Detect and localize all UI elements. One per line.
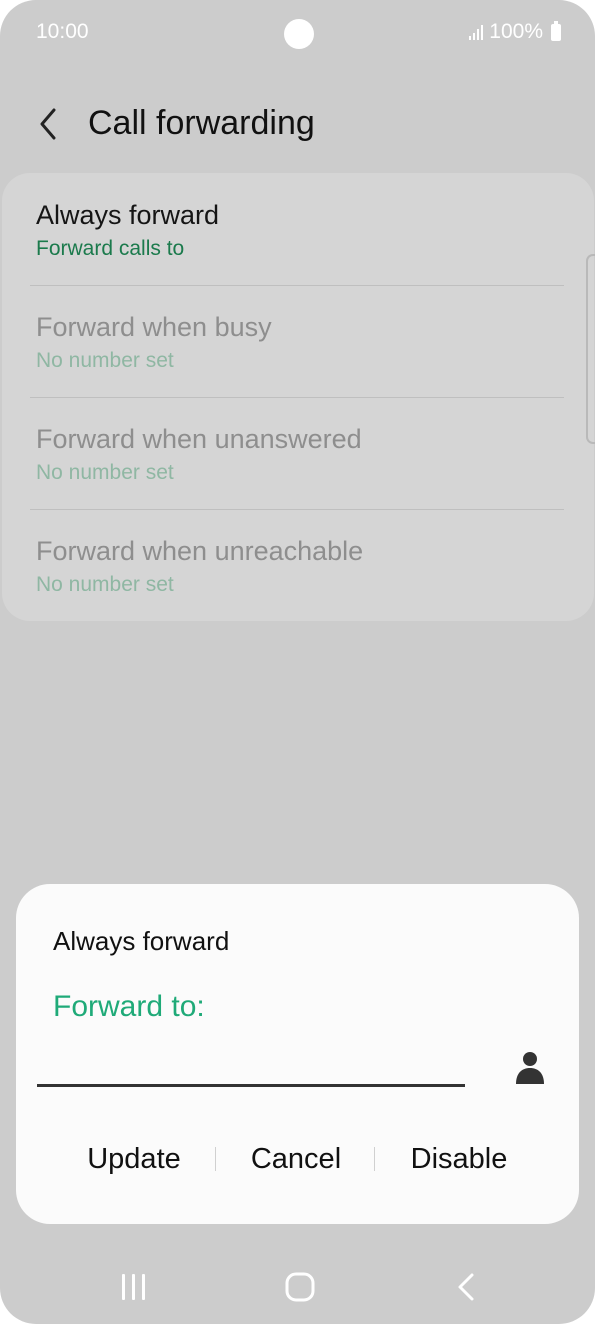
cancel-button[interactable]: Cancel — [236, 1134, 356, 1184]
option-forward-when-unanswered[interactable]: Forward when unanswered No number set — [36, 397, 556, 509]
back-icon — [458, 1273, 474, 1301]
nav-back-button[interactable] — [436, 1266, 496, 1310]
chevron-left-icon — [40, 108, 56, 140]
scrollbar-handle[interactable] — [586, 254, 595, 444]
contact-picker-button[interactable] — [512, 1050, 548, 1086]
nav-recents-button[interactable] — [104, 1266, 164, 1310]
disable-button[interactable]: Disable — [396, 1134, 522, 1184]
option-always-forward[interactable]: Always forward Forward calls to — [36, 173, 556, 285]
button-separator — [374, 1147, 375, 1171]
status-time: 10:00 — [36, 20, 89, 43]
forward-to-input[interactable] — [37, 1040, 465, 1087]
back-button[interactable] — [30, 102, 70, 146]
phone-screen: 10:00 100% Call forwarding Always forwar… — [0, 0, 595, 1324]
dialog-title: Always forward — [53, 926, 230, 956]
forward-to-label: Forward to: — [53, 990, 205, 1023]
button-separator — [215, 1147, 216, 1171]
option-subtitle: No number set — [36, 461, 174, 484]
option-title: Always forward — [36, 200, 220, 230]
option-forward-when-busy[interactable]: Forward when busy No number set — [36, 285, 556, 397]
nav-home-button[interactable] — [270, 1266, 330, 1310]
battery-icon — [551, 20, 561, 41]
option-title: Forward when unanswered — [36, 424, 362, 454]
option-forward-when-unreachable[interactable]: Forward when unreachable No number set — [36, 509, 556, 621]
front-camera — [284, 19, 314, 49]
update-button[interactable]: Update — [74, 1134, 194, 1184]
option-subtitle: No number set — [36, 573, 174, 596]
option-subtitle: No number set — [36, 349, 174, 372]
option-subtitle: Forward calls to — [36, 237, 185, 260]
recents-icon — [122, 1274, 145, 1300]
signal-icon — [469, 24, 484, 40]
option-title: Forward when busy — [36, 312, 272, 342]
option-title: Forward when unreachable — [36, 536, 364, 566]
battery-percent: 100% — [489, 20, 543, 43]
person-icon — [516, 1052, 544, 1084]
home-icon — [285, 1272, 315, 1302]
status-indicators: 100% — [469, 20, 561, 44]
page-title: Call forwarding — [88, 104, 315, 142]
